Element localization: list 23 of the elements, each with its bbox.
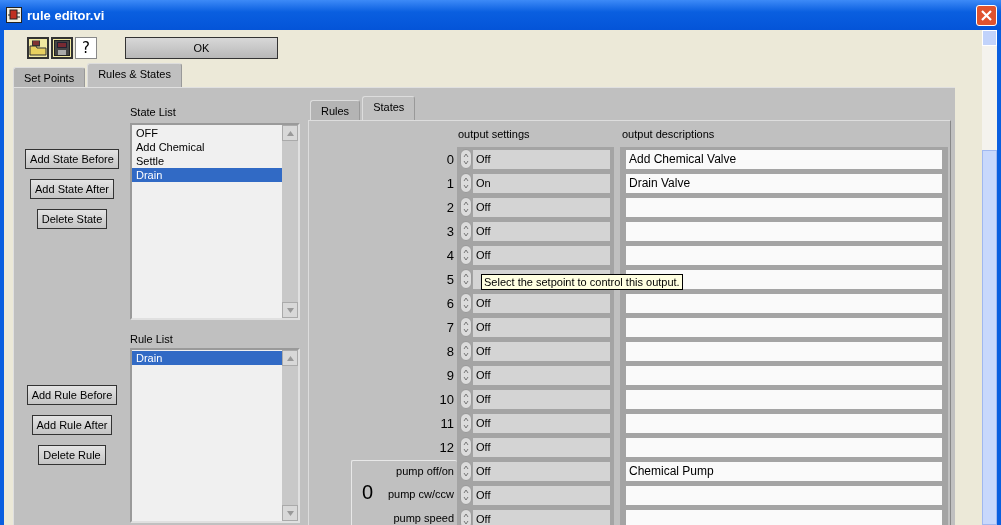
output-descriptions-label: output descriptions [621,128,716,142]
output-settings-label: output settings [457,128,531,142]
output-index: 2 [446,199,454,215]
output-index: 6 [446,295,454,311]
pump-output-label: pump speed [393,510,454,525]
pump-output-label: pump off/on [396,464,454,479]
tooltip: Select the setpoint to control this output. [481,274,683,290]
rule-list-label: Rule List [130,332,174,346]
output-index: 7 [446,319,454,335]
output-index: 4 [446,247,454,263]
pump-output-label: pump cw/ccw [387,487,454,503]
state-list-label: State List [130,105,177,119]
output-index: 12 [439,439,454,455]
window-title: rule editor.vi [27,7,106,23]
output-index: 3 [446,223,454,239]
output-index: 5 [446,271,454,287]
output-index: 8 [446,343,454,359]
output-index: 10 [439,391,454,407]
output-index: 1 [446,175,454,191]
output-index: 9 [446,367,454,383]
output-index: 0 [446,151,454,167]
pump-index-value: 0 [362,481,374,504]
output-index: 11 [440,415,454,431]
